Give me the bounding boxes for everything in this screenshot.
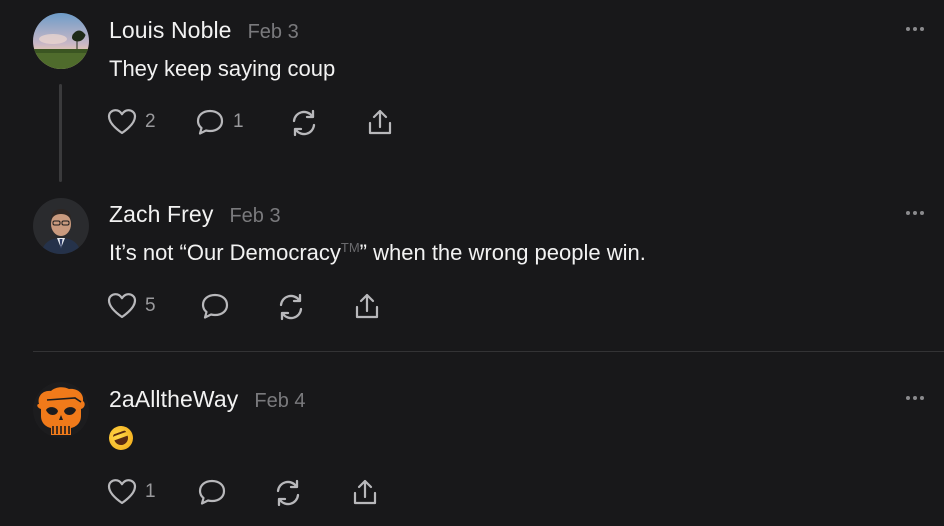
author-name[interactable]: Zach Frey xyxy=(109,201,213,228)
post-date[interactable]: Feb 4 xyxy=(254,390,305,413)
share-icon xyxy=(368,109,392,135)
landscape-avatar-icon xyxy=(33,13,89,69)
like-button[interactable]: 5 xyxy=(107,292,156,320)
reply-button[interactable] xyxy=(197,478,227,506)
author-name[interactable]: Louis Noble xyxy=(109,17,232,44)
dot-icon xyxy=(913,396,917,400)
post-date[interactable]: Feb 3 xyxy=(229,205,280,228)
share-button[interactable] xyxy=(351,478,379,508)
dot-icon xyxy=(913,27,917,31)
heart-icon xyxy=(107,293,137,319)
post-header: Louis Noble Feb 3 xyxy=(109,17,299,44)
more-options-button[interactable] xyxy=(906,211,924,215)
repost-button[interactable] xyxy=(273,478,303,508)
post-zach-frey: Zach Frey Feb 3 It’s not “Our DemocracyT… xyxy=(0,190,944,351)
avatar[interactable] xyxy=(33,13,89,69)
comment-icon xyxy=(198,479,226,505)
dot-icon xyxy=(920,396,924,400)
comment-icon xyxy=(196,109,224,135)
share-icon xyxy=(353,479,377,505)
dot-icon xyxy=(906,396,910,400)
dot-icon xyxy=(913,211,917,215)
post-header: Zach Frey Feb 3 xyxy=(109,201,281,228)
dot-icon xyxy=(906,211,910,215)
reply-button[interactable]: 1 xyxy=(195,108,244,136)
like-count: 2 xyxy=(145,111,156,132)
share-button[interactable] xyxy=(353,292,381,322)
dot-icon xyxy=(906,27,910,31)
post-header: 2aAlltheWay Feb 4 xyxy=(109,386,306,413)
repost-icon xyxy=(276,479,300,507)
dot-icon xyxy=(920,27,924,31)
like-button[interactable]: 2 xyxy=(107,108,156,136)
text-segment: ” when the wrong people win. xyxy=(359,240,646,265)
post-louis-noble: Louis Noble Feb 3 They keep saying coup … xyxy=(0,0,944,190)
heart-icon xyxy=(107,109,137,135)
share-icon xyxy=(355,293,379,319)
like-count: 1 xyxy=(145,481,156,502)
reply-count: 1 xyxy=(233,111,244,132)
like-count: 5 xyxy=(145,295,156,316)
avatar[interactable] xyxy=(33,198,89,254)
reply-feed: Louis Noble Feb 3 They keep saying coup … xyxy=(0,0,944,526)
thread-line xyxy=(59,84,62,182)
post-2aalltheway: 2aAlltheWay Feb 4 1 xyxy=(0,352,944,526)
dot-icon xyxy=(920,211,924,215)
post-text xyxy=(105,422,137,456)
share-button[interactable] xyxy=(366,108,394,138)
person-avatar-icon xyxy=(33,198,89,254)
trademark-symbol: TM xyxy=(340,240,360,255)
like-button[interactable]: 1 xyxy=(107,478,156,506)
repost-button[interactable] xyxy=(276,292,306,322)
more-options-button[interactable] xyxy=(906,396,924,400)
rolling-on-floor-laughing-emoji-icon xyxy=(105,422,137,454)
text-segment: It’s not “Our Democracy xyxy=(109,240,341,265)
reply-button[interactable] xyxy=(200,292,230,320)
post-text: They keep saying coup xyxy=(109,56,336,81)
comment-icon xyxy=(201,293,229,319)
author-name[interactable]: 2aAlltheWay xyxy=(109,386,238,413)
post-text: It’s not “Our DemocracyTM” when the wron… xyxy=(109,240,646,266)
repost-button[interactable] xyxy=(289,108,319,138)
orange-skull-avatar-icon xyxy=(33,382,89,438)
post-date[interactable]: Feb 3 xyxy=(248,21,299,44)
avatar[interactable] xyxy=(33,382,89,438)
heart-icon xyxy=(107,479,137,505)
repost-icon xyxy=(279,293,303,321)
more-options-button[interactable] xyxy=(906,27,924,31)
repost-icon xyxy=(292,109,316,137)
